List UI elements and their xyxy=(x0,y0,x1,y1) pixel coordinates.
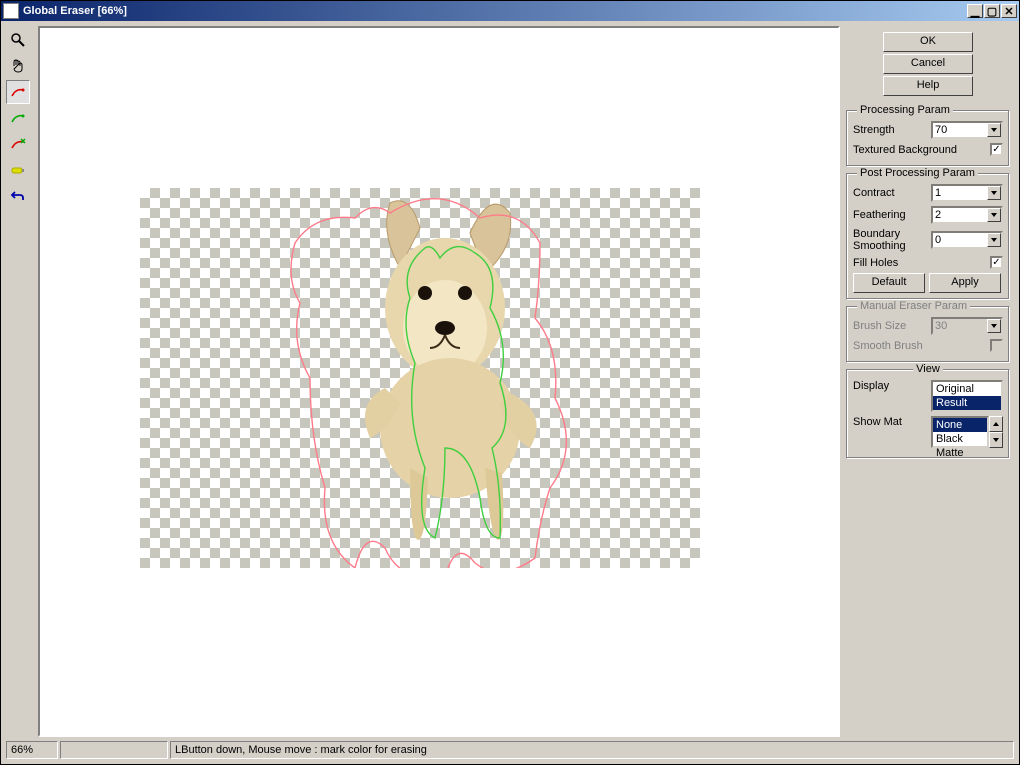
left-toolbar xyxy=(4,24,36,739)
textured-bg-label: Textured Background xyxy=(853,144,986,156)
strength-dropdown-button[interactable] xyxy=(987,123,1001,137)
show-mat-scroll-down[interactable] xyxy=(989,432,1003,448)
keep-mark-tool[interactable] xyxy=(6,106,30,130)
minimize-button[interactable]: ▁ xyxy=(967,4,983,18)
display-option-result[interactable]: Result xyxy=(933,396,1001,410)
manual-eraser-legend: Manual Eraser Param xyxy=(857,300,970,312)
chevron-down-icon xyxy=(991,213,997,217)
remove-mark-tool[interactable] xyxy=(6,132,30,156)
brush-size-label: Brush Size xyxy=(853,320,927,332)
feathering-combo[interactable] xyxy=(931,206,1003,224)
window-title: Global Eraser [66%] xyxy=(23,5,967,17)
right-panel: OK Cancel Help Processing Param Strength xyxy=(842,24,1016,739)
display-option-original[interactable]: Original xyxy=(933,382,1001,396)
boundary-smoothing-combo[interactable] xyxy=(931,231,1003,249)
canvas[interactable] xyxy=(38,26,840,737)
display-listbox[interactable]: Original Result xyxy=(931,380,1003,412)
fill-holes-checkbox[interactable] xyxy=(990,256,1003,269)
status-bar: 66% LButton down, Mouse move : mark colo… xyxy=(4,739,1016,761)
maximize-icon: ▢ xyxy=(987,5,997,18)
canvas-content xyxy=(140,188,700,568)
keep-mark-icon xyxy=(10,110,26,126)
chevron-down-icon xyxy=(991,238,997,242)
strength-combo[interactable] xyxy=(931,121,1003,139)
status-empty xyxy=(60,741,168,759)
status-zoom: 66% xyxy=(6,741,58,759)
smooth-brush-checkbox xyxy=(990,339,1003,352)
cancel-button[interactable]: Cancel xyxy=(883,54,973,74)
show-mat-option-none[interactable]: None xyxy=(933,418,987,432)
brush-tool[interactable] xyxy=(6,158,30,182)
smooth-brush-label: Smooth Brush xyxy=(853,340,986,352)
brush-icon xyxy=(10,162,26,178)
remove-mark-icon xyxy=(10,136,26,152)
titlebar: Global Eraser [66%] ▁ ▢ ✕ xyxy=(1,1,1019,21)
app-window: Global Eraser [66%] ▁ ▢ ✕ xyxy=(0,0,1020,765)
chevron-up-icon xyxy=(993,422,999,426)
boundary-smoothing-input[interactable] xyxy=(933,233,987,247)
contract-label: Contract xyxy=(853,187,927,199)
post-processing-param-group: Post Processing Param Contract Featherin… xyxy=(846,173,1010,300)
close-button[interactable]: ✕ xyxy=(1001,4,1017,18)
minimize-icon: ▁ xyxy=(971,5,979,18)
contract-dropdown-button[interactable] xyxy=(987,186,1001,200)
boundary-smoothing-label: Boundary Smoothing xyxy=(853,228,927,252)
zoom-tool[interactable] xyxy=(6,28,30,52)
show-mat-label: Show Mat xyxy=(853,416,927,428)
main-area: OK Cancel Help Processing Param Strength xyxy=(1,21,1019,764)
show-mat-option-black[interactable]: Black Matte xyxy=(933,432,987,446)
post-processing-legend: Post Processing Param xyxy=(857,167,978,179)
hand-tool[interactable] xyxy=(6,54,30,78)
processing-legend: Processing Param xyxy=(857,104,953,116)
app-icon xyxy=(3,3,19,19)
maximize-button[interactable]: ▢ xyxy=(984,4,1000,18)
brush-size-combo xyxy=(931,317,1003,335)
feathering-label: Feathering xyxy=(853,209,927,221)
view-group: View Display Original Result Show Mat No… xyxy=(846,369,1010,459)
feathering-dropdown-button[interactable] xyxy=(987,208,1001,222)
contract-combo[interactable] xyxy=(931,184,1003,202)
zoom-icon xyxy=(10,32,26,48)
strength-label: Strength xyxy=(853,124,927,136)
undo-tool[interactable] xyxy=(6,184,30,208)
view-legend: View xyxy=(913,363,943,375)
ok-button[interactable]: OK xyxy=(883,32,973,52)
subject-image xyxy=(140,188,700,568)
erase-mark-icon xyxy=(10,84,26,100)
chevron-down-icon xyxy=(991,191,997,195)
show-mat-scroll-up[interactable] xyxy=(989,416,1003,432)
contract-input[interactable] xyxy=(933,186,987,200)
help-button[interactable]: Help xyxy=(883,76,973,96)
chevron-down-icon xyxy=(991,324,997,328)
textured-bg-checkbox[interactable] xyxy=(990,143,1003,156)
status-message: LButton down, Mouse move : mark color fo… xyxy=(170,741,1014,759)
hand-icon xyxy=(10,58,26,74)
erase-mark-tool[interactable] xyxy=(6,80,30,104)
brush-size-dropdown-button xyxy=(987,319,1001,333)
boundary-dropdown-button[interactable] xyxy=(987,233,1001,247)
default-button[interactable]: Default xyxy=(853,273,925,293)
display-label: Display xyxy=(853,380,927,392)
strength-input[interactable] xyxy=(933,123,987,137)
chevron-down-icon xyxy=(993,438,999,442)
close-icon: ✕ xyxy=(1004,5,1013,18)
fill-holes-label: Fill Holes xyxy=(853,257,986,269)
undo-icon xyxy=(10,188,26,204)
apply-button[interactable]: Apply xyxy=(929,273,1001,293)
chevron-down-icon xyxy=(991,128,997,132)
manual-eraser-group: Manual Eraser Param Brush Size Smooth Br… xyxy=(846,306,1010,363)
brush-size-input xyxy=(933,319,987,333)
feathering-input[interactable] xyxy=(933,208,987,222)
show-mat-listbox[interactable]: None Black Matte xyxy=(931,416,1003,448)
processing-param-group: Processing Param Strength Textured Backg… xyxy=(846,110,1010,167)
